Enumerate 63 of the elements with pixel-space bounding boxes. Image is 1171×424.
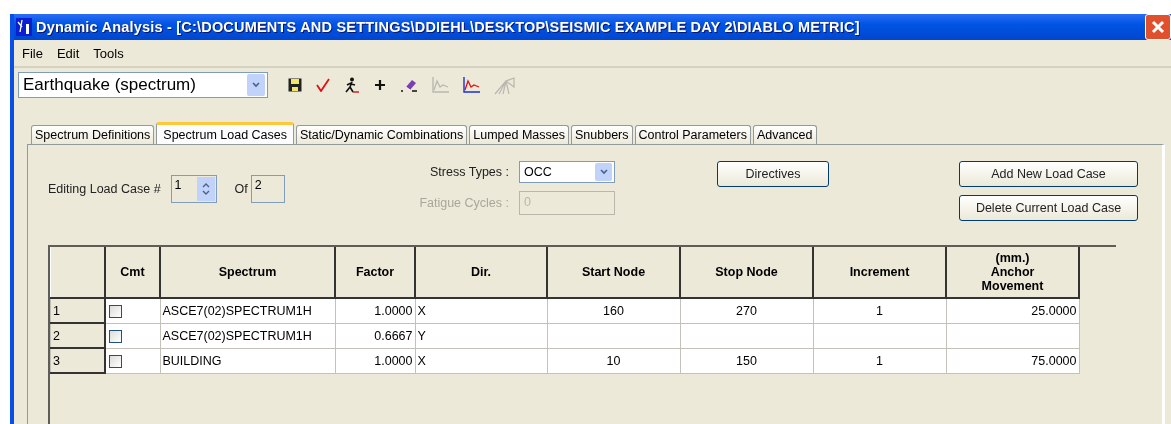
column-header: Cmt [105, 247, 160, 298]
comment-checkbox[interactable] [109, 354, 122, 368]
field-label: Of [234, 182, 248, 196]
check-icon[interactable] [316, 78, 330, 92]
table-cell: 1.0000 [374, 303, 413, 318]
tab[interactable]: Spectrum Load Cases [156, 122, 294, 144]
app-icon [16, 18, 32, 36]
running-figure-icon[interactable] [344, 77, 360, 93]
stress-types-dropdown[interactable]: OCC [519, 161, 615, 183]
tab[interactable]: Snubbers [571, 125, 633, 144]
table-cell: X [417, 303, 426, 318]
row-header: 3 [50, 348, 105, 373]
window-title: Dynamic Analysis - [C:\DOCUMENTS AND SETTINGS\DDIEHL\DESKTOP\SEISMIC EXAMPLE DAY 2\DIABLO METRIC] [36, 19, 861, 35]
row-header: 2 [50, 323, 105, 348]
column-header: Dir. [415, 247, 547, 298]
field-label: Editing Load Case # [48, 182, 161, 196]
table-cell: BUILDING [162, 353, 222, 368]
comment-checkbox[interactable] [109, 329, 122, 343]
table-cell: 1.0000 [374, 353, 413, 368]
column-header: (mm.) Anchor Movement [946, 247, 1079, 298]
save-icon[interactable] [288, 78, 302, 92]
tab[interactable]: Spectrum Definitions [31, 125, 155, 144]
table-cell: 270 [736, 303, 757, 318]
close-icon [1150, 19, 1166, 35]
table-cell: 150 [736, 353, 757, 368]
delete-load-case-button[interactable]: Delete Current Load Case [959, 195, 1138, 221]
column-header: Factor [335, 247, 415, 298]
tab[interactable]: Lumped Masses [469, 125, 569, 144]
column-header: Stop Node [680, 247, 813, 298]
menu-item[interactable]: Tools [91, 45, 126, 61]
table-cell: Y [417, 328, 426, 343]
column-header: Start Node [547, 247, 680, 298]
chart-icon[interactable] [463, 77, 480, 93]
table-cell: 0.6667 [374, 328, 413, 343]
spinner-arrows-icon [196, 177, 215, 201]
table-cell: 75.0000 [1031, 353, 1077, 368]
add-load-case-button[interactable]: Add New Load Case [959, 161, 1138, 187]
total-count-field: 2 [250, 175, 285, 203]
table-cell: 160 [603, 303, 624, 318]
directives-button[interactable]: Directives [717, 161, 829, 187]
table-cell: ASCE7(02)SPECTRUM1H [162, 328, 312, 343]
tab[interactable]: Static/Dynamic Combinations [296, 125, 468, 144]
comment-checkbox[interactable] [109, 304, 122, 318]
field-label: Stress Types : [430, 165, 509, 179]
analysis-type-dropdown[interactable]: Earthquake (spectrum) [18, 72, 268, 98]
load-case-spinner[interactable]: 1 [170, 175, 217, 203]
tab[interactable]: Advanced [752, 125, 817, 144]
eraser-icon[interactable] [400, 78, 418, 92]
table-cell: X [417, 353, 426, 368]
menu-item[interactable]: File [20, 45, 45, 61]
close-button[interactable] [1145, 14, 1171, 40]
table-cell: 1 [876, 353, 883, 368]
tab[interactable]: Control Parameters [634, 125, 751, 144]
plus-icon[interactable] [374, 79, 386, 91]
column-header: Spectrum [160, 247, 335, 298]
column-header: Increment [813, 247, 946, 298]
table-cell: 25.0000 [1031, 303, 1077, 318]
menu-item[interactable]: Edit [54, 45, 82, 61]
row-header: 1 [50, 298, 105, 323]
table-cell: 10 [606, 353, 621, 368]
table-cell: ASCE7(02)SPECTRUM1H [162, 303, 312, 318]
field-label: Fatigue Cycles : [419, 196, 509, 210]
table-cell: 1 [876, 303, 883, 318]
